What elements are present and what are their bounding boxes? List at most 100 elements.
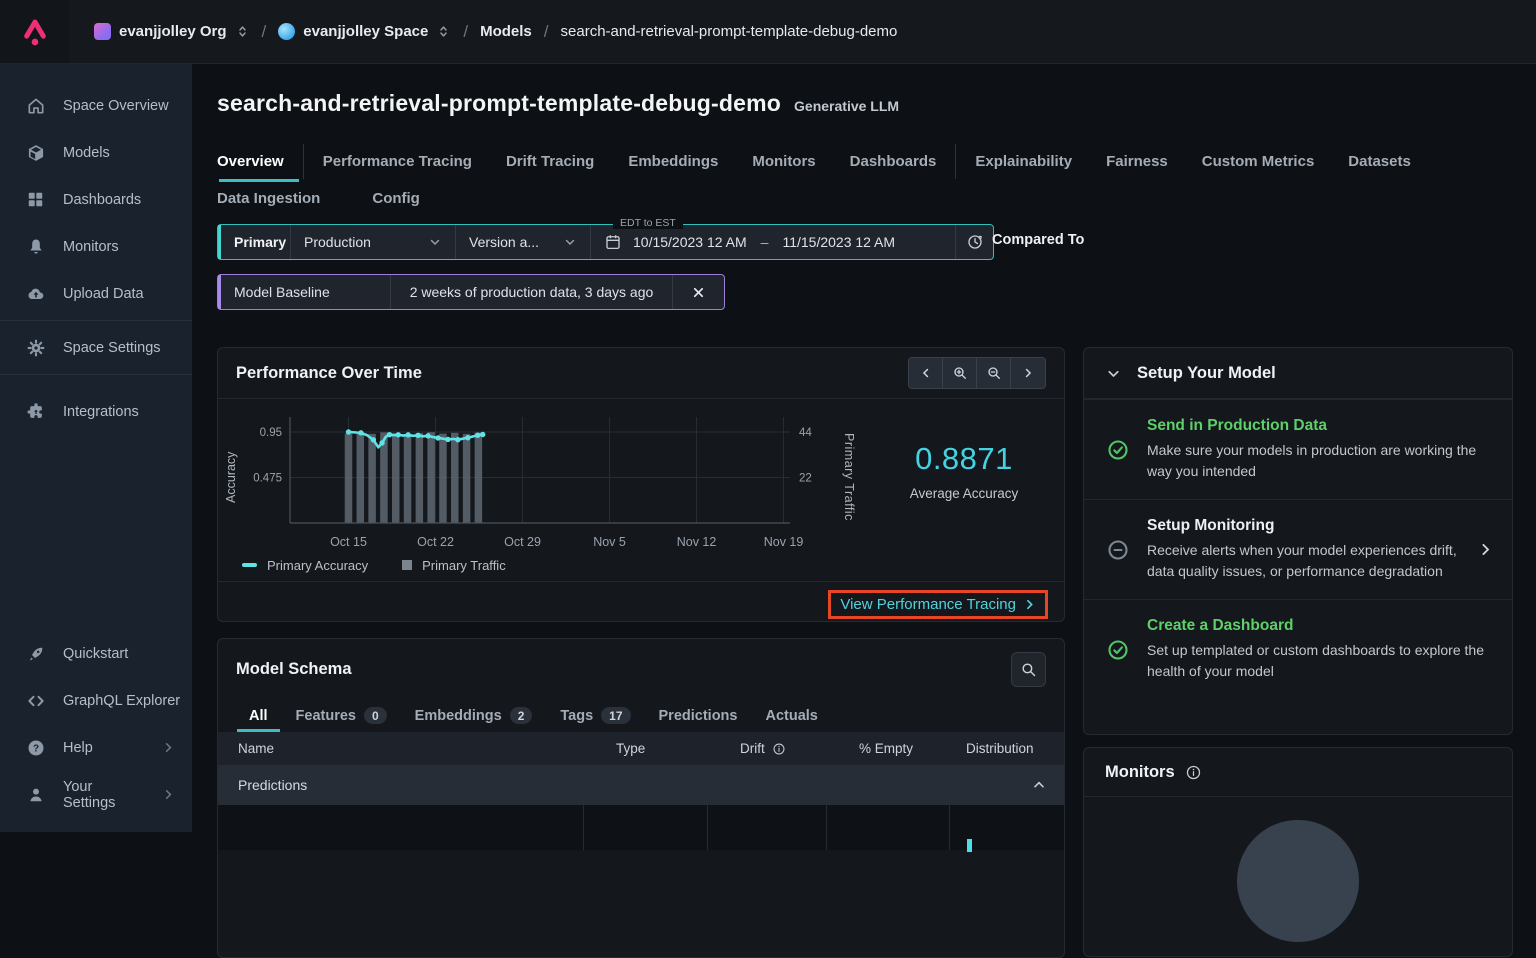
- org-name: evanjjolley Org: [119, 23, 227, 40]
- cell-type: [584, 805, 708, 850]
- pan-left-button[interactable]: [909, 358, 943, 388]
- sidebar-item-models[interactable]: Models: [0, 129, 192, 176]
- baseline-value[interactable]: 2 weeks of production data, 3 days ago: [391, 275, 673, 309]
- version-dropdown[interactable]: Version a...: [456, 225, 591, 259]
- baseline-remove-button[interactable]: [673, 275, 724, 309]
- schema-group-predictions[interactable]: Predictions: [218, 765, 1064, 805]
- check-circle-icon: [1106, 638, 1130, 662]
- arize-logo[interactable]: [0, 0, 69, 63]
- sidebar-divider: [0, 320, 192, 321]
- schema-tab-features[interactable]: Features 0: [284, 699, 399, 732]
- chevron-down-icon[interactable]: [1105, 365, 1122, 382]
- code-brackets-icon: [26, 691, 46, 711]
- setup-item-send-production-data[interactable]: Send in Production Data Make sure your m…: [1084, 399, 1512, 499]
- schema-tab-tags[interactable]: Tags 17: [548, 699, 642, 732]
- sidebar-item-label: Quickstart: [63, 645, 129, 662]
- sidebar-item-space-overview[interactable]: Space Overview: [0, 82, 192, 129]
- setup-item-title: Send in Production Data: [1147, 417, 1327, 434]
- sidebar-item-space-settings[interactable]: Space Settings: [0, 324, 192, 371]
- arize-logo-icon: [23, 19, 46, 45]
- search-icon: [1022, 662, 1036, 676]
- sidebar-item-quickstart[interactable]: Quickstart: [0, 630, 192, 677]
- tab-explainability[interactable]: Explainability: [958, 144, 1089, 179]
- space-switch-icon[interactable]: [436, 24, 451, 39]
- schema-row-partial[interactable]: [218, 805, 1064, 852]
- space-selector[interactable]: evanjjolley Space: [278, 23, 451, 40]
- org-selector[interactable]: evanjjolley Org: [94, 23, 250, 40]
- pan-right-button[interactable]: [1011, 358, 1045, 388]
- view-performance-tracing-link[interactable]: View Performance Tracing: [840, 596, 1036, 613]
- time-settings-button[interactable]: [956, 225, 993, 259]
- zoom-in-button[interactable]: [943, 358, 977, 388]
- tab-performance-tracing[interactable]: Performance Tracing: [306, 144, 489, 179]
- average-accuracy-summary: 0.8871 Average Accuracy: [864, 393, 1064, 549]
- sidebar-item-upload-data[interactable]: Upload Data: [0, 270, 192, 317]
- sidebar-item-integrations[interactable]: Integrations: [0, 388, 192, 435]
- performance-chart-svg[interactable]: 0.95 0.475 44 22 Oct 15 Oct 22 Oct 29 Nov 5 Nov …: [244, 405, 834, 555]
- sidebar-item-monitors[interactable]: Monitors: [0, 223, 192, 270]
- sidebar-item-your-settings[interactable]: Your Settings: [0, 771, 192, 818]
- annotation-highlight-box: View Performance Tracing: [828, 590, 1048, 619]
- average-accuracy-label: Average Accuracy: [909, 486, 1019, 501]
- person-icon: [26, 785, 46, 805]
- sidebar-item-graphql-explorer[interactable]: GraphQL Explorer: [0, 677, 192, 724]
- sidebar-item-label: Dashboards: [63, 191, 142, 208]
- tab-datasets[interactable]: Datasets: [1331, 144, 1428, 179]
- chevron-up-icon[interactable]: [1031, 777, 1047, 793]
- tab-data-ingestion[interactable]: Data Ingestion: [217, 181, 337, 216]
- schema-tab-predictions[interactable]: Predictions: [647, 699, 750, 732]
- count-badge: 2: [509, 707, 533, 724]
- tab-monitors[interactable]: Monitors: [735, 144, 832, 179]
- schema-tab-embeddings[interactable]: Embeddings 2: [403, 699, 545, 732]
- sidebar-item-label: Monitors: [63, 238, 119, 255]
- chart-controls: [908, 357, 1046, 389]
- schema-tab-actuals[interactable]: Actuals: [753, 699, 829, 732]
- cell-drift: [708, 805, 827, 850]
- date-range-picker[interactable]: 10/15/2023 12 AM – 11/15/2023 12 AM: [591, 225, 956, 259]
- left-axis-title: Accuracy: [224, 451, 238, 503]
- environment-dropdown[interactable]: Production: [291, 225, 456, 259]
- baseline-accent-bar: [218, 275, 221, 309]
- setup-item-setup-monitoring[interactable]: Setup Monitoring Receive alerts when you…: [1084, 499, 1512, 599]
- primary-label: Primary: [218, 225, 291, 259]
- sidebar-item-help[interactable]: ? Help: [0, 724, 192, 771]
- breadcrumb-separator: /: [261, 21, 267, 41]
- setup-card-header[interactable]: Setup Your Model: [1084, 348, 1512, 398]
- tab-dashboards[interactable]: Dashboards: [833, 144, 954, 179]
- help-circle-icon: ?: [26, 738, 46, 758]
- tab-custom-metrics[interactable]: Custom Metrics: [1185, 144, 1332, 179]
- card-divider: [1084, 796, 1512, 797]
- date-start[interactable]: 10/15/2023 12 AM: [633, 234, 747, 250]
- cell-distribution: [950, 805, 1064, 852]
- count-badge: 0: [363, 707, 387, 724]
- schema-tab-all[interactable]: All: [237, 699, 280, 732]
- breadcrumb-models-link[interactable]: Models: [480, 23, 532, 40]
- setup-item-description: Receive alerts when your model experienc…: [1147, 542, 1457, 579]
- tab-drift-tracing[interactable]: Drift Tracing: [489, 144, 611, 179]
- setup-card-title: Setup Your Model: [1137, 363, 1276, 382]
- column-empty: % Empty: [859, 741, 914, 756]
- setup-item-create-dashboard[interactable]: Create a Dashboard Set up templated or c…: [1084, 599, 1512, 699]
- primary-dataset-filter: EDT to EST Primary Production Version a.…: [217, 217, 994, 260]
- performance-card-title: Performance Over Time: [236, 363, 422, 382]
- chevron-right-icon: [161, 787, 176, 802]
- info-icon[interactable]: [1185, 764, 1202, 781]
- tab-config[interactable]: Config: [355, 181, 436, 216]
- sidebar-item-dashboards[interactable]: Dashboards: [0, 176, 192, 223]
- date-end[interactable]: 11/15/2023 12 AM: [782, 234, 895, 250]
- org-switch-icon[interactable]: [235, 24, 250, 39]
- chevron-right-icon: [161, 740, 176, 755]
- tab-fairness[interactable]: Fairness: [1089, 144, 1185, 179]
- info-icon[interactable]: [772, 742, 786, 756]
- column-distribution: Distribution: [966, 741, 1034, 756]
- zoom-out-button[interactable]: [977, 358, 1011, 388]
- tab-divider: [955, 144, 957, 179]
- calendar-icon: [604, 233, 622, 251]
- cell-empty: [827, 805, 950, 850]
- tab-embeddings[interactable]: Embeddings: [611, 144, 735, 179]
- puzzle-icon: [26, 402, 46, 422]
- tab-overview[interactable]: Overview: [217, 144, 301, 182]
- breadcrumb-current-model: search-and-retrieval-prompt-template-deb…: [560, 23, 898, 40]
- schema-search-button[interactable]: [1011, 651, 1046, 687]
- monitors-card: Monitors: [1083, 747, 1513, 957]
